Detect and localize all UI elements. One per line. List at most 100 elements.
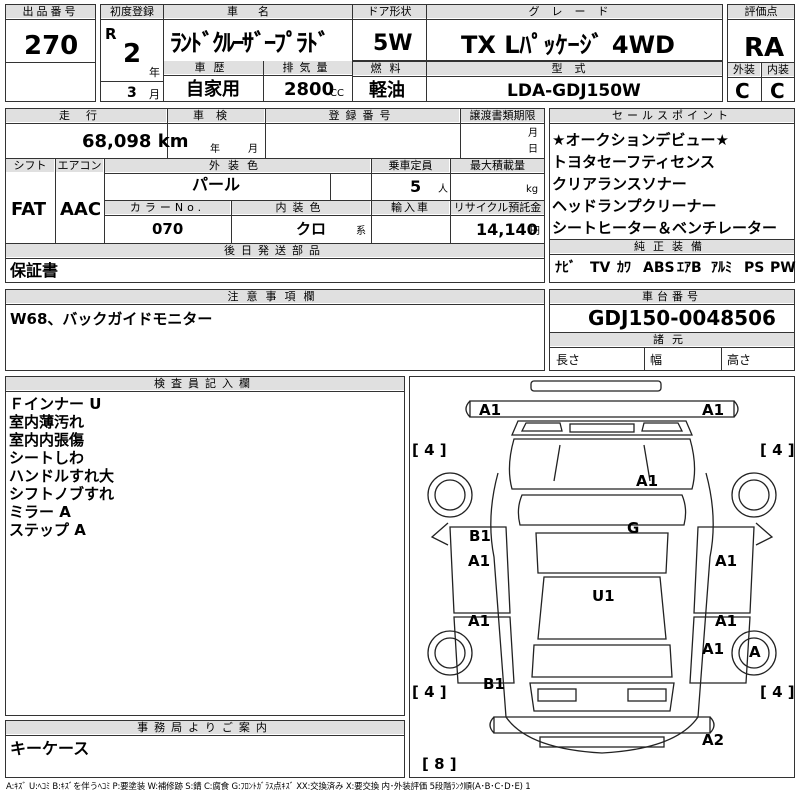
- mark-tire-front-left: [ 4 ]: [412, 441, 447, 459]
- fuel-label: 燃料: [353, 62, 426, 75]
- mark-front-right: A1: [702, 401, 725, 419]
- interior-color-unit: 系: [356, 226, 366, 237]
- first-reg-box: 初度登録 R 2 年 3 月: [100, 4, 164, 102]
- equipment-item: PS: [744, 260, 765, 276]
- first-reg-label: 初度登録: [101, 5, 163, 18]
- office-box: 事務局よりご案内 キーケース: [5, 720, 405, 778]
- vehicle-diagram: A1 A1 A1 G B1 A1 A1 U1 A1 A1 A1 A B1 A2 …: [409, 376, 795, 778]
- capacity-label: 乗車定員: [372, 159, 449, 172]
- inspector-note: ハンドルすれ大: [9, 467, 115, 485]
- mark-right-rear-door: A1: [715, 612, 738, 630]
- fuel-box: 燃料 軽油: [353, 61, 427, 102]
- mark-left-front-door-a: B1: [469, 527, 491, 545]
- recycle-unit: 円: [530, 226, 540, 237]
- sales-point-item: シートヒーター＆ベンチレーター: [552, 219, 778, 237]
- inspector-note: Ｆインナー U: [9, 395, 102, 413]
- plate-label: 登録番号: [266, 109, 459, 122]
- inspection-year-unit: 年: [210, 144, 220, 155]
- lot-number: 270: [24, 31, 79, 61]
- height-label: 高さ: [727, 353, 752, 367]
- history: 自家用: [186, 79, 240, 100]
- doors-box: ドア形状 5W: [353, 4, 427, 61]
- model-box: 型式 LDA-GDJ150W: [427, 61, 723, 102]
- interior-rating: C: [770, 79, 785, 103]
- inspector-note: 室内内張傷: [9, 431, 85, 449]
- lot-number-label: 出品番号: [6, 5, 95, 18]
- mark-left-rear: B1: [483, 675, 505, 693]
- legend: A:ｷｽﾞ U:ﾍｺﾐ B:ｷｽﾞを伴うﾍｺﾐ P:要塗装 W:補修跡 S:錆 …: [6, 782, 531, 792]
- capacity: 5: [410, 177, 422, 196]
- mark-tire-rear-left: [ 4 ]: [412, 683, 447, 701]
- car-name: ﾗﾝﾄﾞｸﾙｰｻﾞｰﾌﾟﾗﾄﾞ: [170, 29, 330, 57]
- color-number: 070: [152, 220, 184, 238]
- length-label: 長さ: [556, 353, 581, 367]
- int-color-label: 内装色: [232, 201, 370, 214]
- grade: TX Lﾊﾟｯｹｰｼﾞ 4WD: [461, 31, 675, 59]
- inspector-note: ステップ A: [9, 521, 86, 539]
- color-label: 外装色: [105, 159, 370, 172]
- model-label: 型式: [427, 62, 722, 75]
- grade-box: グレード TX Lﾊﾟｯｹｰｼﾞ 4WD: [427, 4, 723, 61]
- equipment-item: ｱﾙﾐ: [711, 260, 732, 276]
- mark-right-quarter: A1: [702, 640, 725, 658]
- caution-box: 注意事項欄 W68、バックガイドモニター: [5, 289, 545, 371]
- displacement-unit: CC: [330, 88, 344, 99]
- mark-front-left: A1: [479, 401, 502, 419]
- equipment-item: ﾅﾋﾞ: [555, 260, 576, 276]
- mark-interior: U1: [592, 587, 615, 605]
- inspector-note: 室内薄汚れ: [9, 413, 85, 431]
- transfer-month-unit: 月: [528, 128, 538, 139]
- mark-roof: G: [627, 519, 640, 537]
- reg-year-unit: 年: [149, 66, 160, 79]
- fuel: 軽油: [369, 80, 405, 101]
- equipment-box: 純正装備 ﾅﾋﾞ TV ｶﾜ ABS ｴｱB ｱﾙﾐ PS PW: [549, 240, 796, 283]
- transfer-label: 譲渡書類期限: [461, 109, 544, 122]
- displacement: 2800: [284, 79, 335, 100]
- color: パール: [192, 175, 241, 194]
- equipment-label: 純正装備: [550, 240, 794, 253]
- equipment-item: PW: [770, 260, 796, 276]
- reg-year: 2: [123, 39, 142, 69]
- exterior-label: 外装: [728, 63, 760, 76]
- equipment-item: TV: [590, 260, 611, 276]
- score-box: 評価点 RA 外装 内装 C C: [727, 4, 795, 102]
- mark-tire-rear-right: [ 4 ]: [760, 683, 795, 701]
- sales-point-item: ヘッドランプクリーナー: [552, 197, 717, 215]
- sales-points-label: セールスポイント: [550, 109, 794, 122]
- vehicle-details-box: 走行 車検 登録番号 譲渡書類期限 68,098 km 年 月 月 日 シフト …: [5, 108, 545, 283]
- inspector-box: 検査員記入欄 Ｆインナー U 室内薄汚れ 室内内張傷 シートしわ ハンドルすれ大…: [5, 376, 405, 716]
- office-text: キーケース: [10, 739, 90, 758]
- history-box: 車歴 自家用: [164, 61, 264, 102]
- inspection-label: 車検: [168, 109, 264, 122]
- mark-left-rear-door: A1: [468, 612, 491, 630]
- sales-point-item: クリアランスソナー: [552, 175, 687, 193]
- interior-color: クロ: [296, 220, 327, 238]
- equipment-item: ｴｱB: [677, 260, 702, 276]
- lot-number-box: 出品番号 270: [5, 4, 96, 102]
- mark-rear-tread: [ 8 ]: [422, 755, 457, 773]
- later-parts-label: 後日発送部品: [6, 244, 544, 257]
- displacement-label: 排気量: [264, 61, 352, 74]
- recycle-label: リサイクル預託金: [451, 201, 544, 214]
- later-parts: 保証書: [10, 261, 59, 280]
- chassis-box: 車台番号 GDJ150-0048506 諸元 長さ 幅 高さ: [549, 289, 795, 371]
- aircon-label: エアコン: [56, 159, 103, 172]
- model: LDA-GDJ150W: [507, 81, 641, 101]
- displacement-box: 排気量 2800 CC: [264, 61, 353, 102]
- history-label: 車歴: [164, 61, 263, 74]
- sales-points-box: セールスポイント ★オークションデビュー★ トヨタセーフティセンス クリアランス…: [549, 108, 795, 240]
- score: RA: [744, 33, 785, 63]
- recycle-fee: 14,140: [476, 220, 538, 239]
- inspector-note: ミラー A: [9, 503, 71, 521]
- equipment-item: ABS: [643, 260, 675, 276]
- exterior-rating: C: [735, 79, 750, 103]
- mark-rear-bumper: A2: [702, 731, 725, 749]
- office-label: 事務局よりご案内: [6, 721, 404, 734]
- mileage: 68,098 km: [82, 131, 189, 152]
- mark-spare: A: [749, 643, 761, 661]
- mark-tire-front-right: [ 4 ]: [760, 441, 795, 459]
- inspector-note: シフトノブすれ: [9, 485, 115, 503]
- shift-label: シフト: [6, 159, 54, 172]
- reg-month: 3: [127, 85, 137, 101]
- max-load-label: 最大積載量: [451, 159, 544, 172]
